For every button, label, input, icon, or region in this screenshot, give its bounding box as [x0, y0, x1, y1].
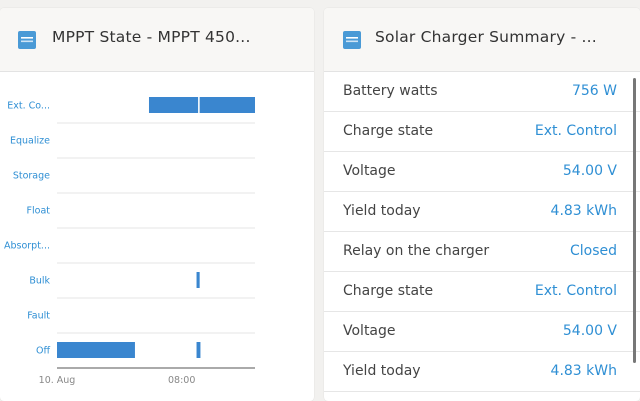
category-label: Float — [27, 206, 51, 217]
list-item[interactable]: Voltage 54.00 V — [324, 312, 640, 352]
panel-header: MPPT State - MPPT 450... — [0, 8, 314, 72]
row-value: 4.83 kWh — [550, 363, 617, 379]
x-tick-label: 10. Aug — [39, 375, 76, 386]
list-item[interactable]: Charge state Ext. Control — [324, 112, 640, 152]
row-label: Charge state — [343, 123, 434, 139]
row-value: 4.83 kWh — [550, 203, 617, 219]
list-item[interactable]: Voltage 54.00 V — [324, 152, 640, 192]
row-value: 756 W — [571, 83, 617, 99]
category-label: Fault — [27, 311, 50, 322]
panel-title[interactable]: MPPT State - MPPT 450... — [52, 28, 251, 46]
row-label: Yield today — [343, 363, 421, 379]
category-label: Absorpt... — [4, 241, 50, 252]
row-label: Battery watts — [343, 83, 438, 99]
scrollbar[interactable] — [633, 78, 636, 363]
list-item[interactable]: Yield today 4.83 kWh — [324, 192, 640, 232]
row-value: Ext. Control — [534, 123, 617, 139]
device-icon — [343, 31, 361, 49]
panel-title[interactable]: Solar Charger Summary - ... — [375, 28, 597, 46]
state-bar — [196, 342, 201, 358]
state-bar — [57, 342, 135, 358]
state-bar — [196, 272, 200, 288]
category-label: Off — [36, 346, 50, 357]
row-label: Charge state — [343, 283, 434, 299]
row-label: Yield today — [343, 203, 421, 219]
category-label: Equalize — [10, 136, 50, 147]
list-item[interactable]: Battery watts 756 W — [324, 72, 640, 112]
category-label: Storage — [13, 171, 50, 182]
list-item[interactable]: Relay on the charger Closed — [324, 232, 640, 272]
list-item[interactable]: Charge state Ext. Control — [324, 272, 640, 312]
state-bar — [148, 97, 199, 113]
solar-charger-summary-panel: Solar Charger Summary - ... Battery watt… — [324, 8, 640, 401]
category-label: Ext. Co... — [7, 101, 50, 112]
state-bar — [199, 97, 255, 113]
row-label: Voltage — [343, 163, 396, 179]
mppt-state-chart: Ext. Co... Equalize Storage Float Absorpt...… — [4, 97, 255, 386]
row-label: Voltage — [343, 323, 396, 339]
row-value: Ext. Control — [534, 283, 617, 299]
list-item[interactable]: Yield today 4.83 kWh — [324, 352, 640, 392]
row-value: 54.00 V — [562, 163, 617, 179]
category-label: Bulk — [29, 276, 50, 287]
x-tick-label: 08:00 — [168, 375, 195, 386]
row-value: Closed — [569, 243, 617, 259]
row-label: Relay on the charger — [343, 243, 490, 259]
device-icon — [18, 31, 36, 49]
panel-header: Solar Charger Summary - ... — [324, 8, 640, 72]
mppt-state-panel: MPPT State - MPPT 450... Ext. Co... Equal… — [0, 8, 314, 401]
row-value: 54.00 V — [562, 323, 617, 339]
